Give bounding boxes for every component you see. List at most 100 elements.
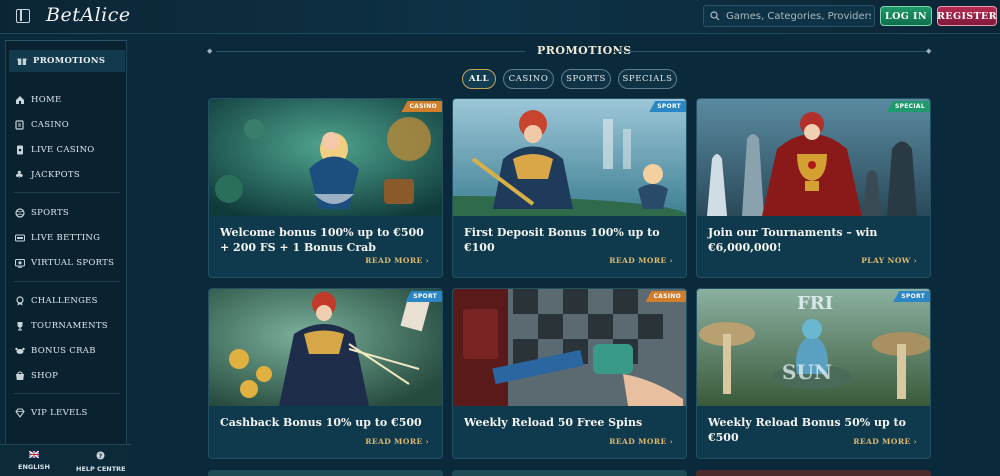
- promo-image-queen-trophy: [697, 99, 930, 216]
- login-button[interactable]: LOG IN: [880, 6, 932, 26]
- help-icon: ?: [96, 451, 105, 463]
- sidebar-item-label: JACKPOTS: [31, 170, 80, 180]
- promo-card[interactable]: SPORT Cashback Bonus 10% up to €500 READ…: [208, 288, 443, 459]
- divider: [14, 192, 120, 193]
- sidebar-item-label: TOURNAMENTS: [31, 321, 108, 331]
- ball-icon: [14, 208, 25, 219]
- svg-text:SUN: SUN: [782, 360, 832, 384]
- sidebar-item-label: CASINO: [31, 120, 70, 130]
- tab-sports[interactable]: SPORTS: [561, 69, 611, 89]
- read-more-link[interactable]: READ MORE ›: [365, 256, 429, 265]
- chevron-right-icon: ›: [669, 256, 673, 265]
- sidebar-item-label: LIVE BETTING: [31, 233, 101, 243]
- sidebar-item-virtual-sports[interactable]: VIRTUAL SPORTS: [14, 255, 114, 271]
- promo-title: Cashback Bonus 10% up to €500: [220, 416, 422, 429]
- svg-text:?: ?: [99, 453, 103, 460]
- sidebar-item-label: BONUS CRAB: [31, 346, 96, 356]
- promo-image-queen-cards: [209, 289, 442, 406]
- gift-icon: [16, 56, 27, 67]
- sidebar-item-promotions[interactable]: PROMOTIONS: [9, 50, 125, 72]
- promo-card[interactable]: CASINO Welcome bonus 100% up to €500 + 2…: [208, 98, 443, 278]
- language-selector[interactable]: ENGLISH: [18, 450, 50, 471]
- promo-card-partial[interactable]: [696, 470, 931, 476]
- help-centre-link[interactable]: ? HELP CENTRE: [76, 451, 126, 473]
- sidebar-item-tournaments[interactable]: TOURNAMENTS: [14, 318, 108, 334]
- tab-all[interactable]: ALL: [462, 69, 496, 89]
- trophy-icon: [14, 321, 25, 332]
- sidebar-item-label: HOME: [31, 95, 62, 105]
- divider: [14, 393, 120, 394]
- read-more-link[interactable]: READ MORE ›: [853, 437, 917, 446]
- sidebar-item-label: SPORTS: [31, 208, 70, 218]
- divider: [14, 281, 120, 282]
- promo-card[interactable]: SPECIAL Join our Tournaments – win €6,00…: [696, 98, 931, 278]
- live-casino-icon: [14, 145, 25, 156]
- category-badge: SPORT: [405, 291, 442, 302]
- link-label: READ MORE: [609, 256, 667, 265]
- sidebar-footer: ENGLISH ? HELP CENTRE: [0, 444, 131, 476]
- tab-casino[interactable]: CASINO: [503, 69, 554, 89]
- logo[interactable]: BetAlice: [46, 4, 131, 26]
- sidebar-item-label: VIP LEVELS: [31, 408, 88, 418]
- link-label: READ MORE: [365, 256, 423, 265]
- title-divider: [614, 51, 926, 52]
- category-badge: SPECIAL: [886, 101, 930, 112]
- sidebar-toggle-icon[interactable]: [16, 9, 30, 23]
- casino-icon: [14, 120, 25, 131]
- sidebar-item-sports[interactable]: SPORTS: [14, 205, 69, 221]
- promo-card-partial[interactable]: [452, 470, 687, 476]
- sidebar-item-live-casino[interactable]: LIVE CASINO: [14, 142, 95, 158]
- promo-card[interactable]: SPORT First Deposit Bonus 100% up to €10…: [452, 98, 687, 278]
- sidebar-item-label: PROMOTIONS: [33, 56, 106, 66]
- sidebar-item-shop[interactable]: SHOP: [14, 368, 58, 384]
- sidebar-item-live-betting[interactable]: LIVE BETTING: [14, 230, 100, 246]
- sidebar-item-bonus-crab[interactable]: BONUS CRAB: [14, 343, 96, 359]
- uk-flag-icon: [28, 450, 40, 461]
- chevron-right-icon: ›: [669, 437, 673, 446]
- search-icon: [710, 11, 720, 21]
- clover-icon: ♣: [14, 169, 25, 181]
- chevron-right-icon: ›: [425, 256, 429, 265]
- svg-text:FRI: FRI: [797, 293, 833, 314]
- play-now-link[interactable]: PLAY NOW ›: [861, 256, 917, 265]
- promo-card[interactable]: CASINO Weekly Reload 50 Free Spins READ …: [452, 288, 687, 459]
- read-more-link[interactable]: READ MORE ›: [365, 437, 429, 446]
- read-more-link[interactable]: READ MORE ›: [609, 256, 673, 265]
- top-header: BetAlice LOG IN REGISTER: [0, 0, 1000, 34]
- crab-icon: [14, 346, 25, 357]
- promo-image-queen-croquet: [453, 99, 686, 216]
- sidebar-item-challenges[interactable]: CHALLENGES: [14, 293, 98, 309]
- live-betting-icon: [14, 233, 25, 244]
- sidebar-item-label: LIVE CASINO: [31, 145, 95, 155]
- language-label: ENGLISH: [18, 463, 50, 471]
- sidebar-item-vip-levels[interactable]: VIP LEVELS: [14, 405, 88, 421]
- sidebar-item-casino[interactable]: CASINO: [14, 117, 69, 133]
- promo-title: Welcome bonus 100% up to €500 + 200 FS +…: [220, 226, 424, 254]
- promo-card-partial[interactable]: [208, 470, 443, 476]
- diamond-icon: [14, 408, 25, 419]
- category-badge: SPORT: [893, 291, 930, 302]
- category-badge: CASINO: [645, 291, 686, 302]
- category-badge: CASINO: [401, 101, 442, 112]
- register-button[interactable]: REGISTER: [937, 6, 997, 26]
- sidebar-item-jackpots[interactable]: ♣ JACKPOTS: [14, 167, 80, 183]
- search-input[interactable]: [726, 10, 871, 22]
- promo-image-alice-welcome: [209, 99, 442, 216]
- tab-specials[interactable]: SPECIALS: [618, 69, 677, 89]
- sidebar-item-label: CHALLENGES: [31, 296, 98, 306]
- sidebar-item-home[interactable]: HOME: [14, 92, 62, 108]
- home-icon: [14, 95, 25, 106]
- promo-image-caterpillar: FRI SUN: [697, 289, 930, 406]
- read-more-link[interactable]: READ MORE ›: [609, 437, 673, 446]
- search-box[interactable]: [703, 5, 875, 27]
- promo-card[interactable]: FRI SUN SPORT Weekly Reload Bonus 50% up…: [696, 288, 931, 459]
- link-label: READ MORE: [365, 437, 423, 446]
- promo-image-free-spins: [453, 289, 686, 406]
- chevron-right-icon: ›: [425, 437, 429, 446]
- promo-title: First Deposit Bonus 100% up to €100: [464, 226, 660, 254]
- title-divider: [216, 51, 525, 52]
- sidebar-item-label: SHOP: [31, 371, 59, 381]
- title-ornament-icon: ◆: [926, 47, 932, 55]
- link-label: PLAY NOW: [861, 256, 911, 265]
- help-label: HELP CENTRE: [76, 465, 126, 473]
